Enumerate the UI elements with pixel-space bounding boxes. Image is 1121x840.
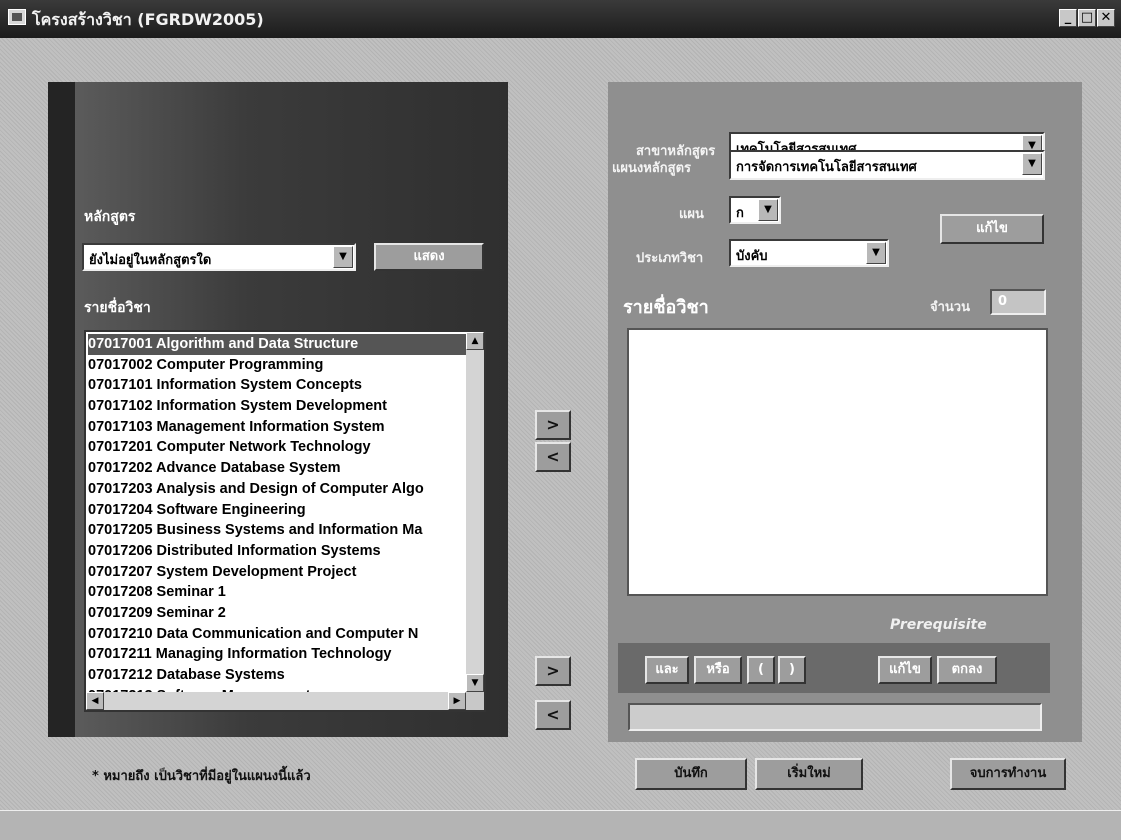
title-bar: โครงสร้างวิชา (FGRDW2005) _ □ ✕ (0, 0, 1121, 38)
prereq-add-button[interactable]: > (535, 656, 571, 686)
save-button[interactable]: บันทึก (635, 758, 747, 790)
list-item[interactable]: 07017103 Management Information System (88, 417, 466, 438)
list-item[interactable]: 07017002 Computer Programming (88, 355, 466, 376)
plan-curriculum-value: การจัดการเทคโนโลยีสารสนเทศ (736, 160, 917, 175)
list-item[interactable]: 07017201 Computer Network Technology (88, 437, 466, 458)
list-item[interactable]: 07017204 Software Engineering (88, 500, 466, 521)
prereq-open-paren-button[interactable]: ( (747, 656, 775, 684)
plan-value: ก (736, 206, 744, 221)
prereq-or-button[interactable]: หรือ (694, 656, 742, 684)
prereq-close-paren-button[interactable]: ) (778, 656, 806, 684)
list-item[interactable]: 07017203 Analysis and Design of Computer… (88, 479, 466, 500)
list-item[interactable]: 07017001 Algorithm and Data Structure (88, 334, 466, 355)
plan-label: แผน (679, 207, 704, 222)
app-icon (8, 9, 26, 25)
move-left-button[interactable]: < (535, 442, 571, 472)
edit-button[interactable]: แก้ไข (940, 214, 1044, 244)
scrollbar-corner (466, 692, 484, 710)
list-item[interactable]: 07017210 Data Communication and Computer… (88, 624, 466, 645)
minimize-button[interactable]: _ (1059, 9, 1077, 27)
new-button[interactable]: เริ่มใหม่ (755, 758, 863, 790)
plan-combo[interactable]: ก ▼ (729, 196, 781, 224)
window-title: โครงสร้างวิชา (FGRDW2005) (32, 10, 264, 29)
curriculum-combo[interactable]: ยังไม่อยู่ในหลักสูตรใด ▼ (82, 243, 356, 271)
subjects-label: รายชื่อวิชา (84, 300, 151, 316)
prereq-and-button[interactable]: และ (645, 656, 689, 684)
scroll-right-icon[interactable]: ▶ (448, 692, 466, 710)
selected-subject-list[interactable] (627, 328, 1048, 596)
subject-type-label: ประเภทวิชา (636, 251, 704, 266)
right-subjects-label: รายชื่อวิชา (623, 297, 709, 318)
list-item[interactable]: 07017208 Seminar 1 (88, 582, 466, 603)
chevron-down-icon[interactable]: ▼ (758, 199, 778, 221)
list-item[interactable]: 07017212 Database Systems (88, 665, 466, 686)
prereq-ok-button[interactable]: ตกลง (937, 656, 997, 684)
list-item[interactable]: 07017102 Information System Development (88, 396, 466, 417)
prereq-edit-button[interactable]: แก้ไข (878, 656, 932, 684)
main-window: โครงสร้างวิชา (FGRDW2005) _ □ ✕ หลักสูตร… (0, 0, 1121, 840)
list-item[interactable]: 07017209 Seminar 2 (88, 603, 466, 624)
scroll-down-icon[interactable]: ▼ (466, 674, 484, 692)
list-item[interactable]: 07017206 Distributed Information Systems (88, 541, 466, 562)
plan-curriculum-label: แผนงหลักสูตร (612, 161, 691, 176)
chevron-down-icon[interactable]: ▼ (333, 246, 353, 268)
show-button[interactable]: แสดง (374, 243, 484, 271)
scroll-left-icon[interactable]: ◀ (86, 692, 104, 710)
list-item[interactable]: 07017211 Managing Information Technology (88, 644, 466, 665)
chevron-down-icon[interactable]: ▼ (866, 242, 886, 264)
subject-list[interactable]: 07017001 Algorithm and Data Structure 070… (84, 330, 486, 712)
count-label: จำนวน (930, 300, 970, 315)
move-right-button[interactable]: > (535, 410, 571, 440)
list-item[interactable]: 07017202 Advance Database System (88, 458, 466, 479)
status-bar (0, 810, 1121, 840)
scroll-up-icon[interactable]: ▲ (466, 332, 484, 350)
list-item[interactable]: 07017207 System Development Project (88, 562, 466, 583)
prereq-remove-button[interactable]: < (535, 700, 571, 730)
list-item[interactable]: 07017101 Information System Concepts (88, 375, 466, 396)
subject-type-combo[interactable]: บังคับ ▼ (729, 239, 889, 267)
close-button[interactable]: ✕ (1097, 9, 1115, 27)
footer-note: * หมายถึง เป็นวิชาที่มีอยู่ในแผนงนี้แล้ว (92, 769, 311, 784)
chevron-down-icon[interactable]: ▼ (1022, 153, 1042, 175)
prerequisite-input[interactable] (628, 703, 1042, 731)
horizontal-scrollbar[interactable]: ◀ ▶ (86, 692, 466, 710)
plan-curriculum-combo[interactable]: การจัดการเทคโนโลยีสารสนเทศ ▼ (729, 150, 1045, 180)
prerequisite-title: Prerequisite (890, 617, 987, 633)
subject-type-value: บังคับ (736, 249, 768, 264)
vertical-scrollbar[interactable]: ▲ ▼ (466, 332, 484, 692)
count-field: 0 (990, 289, 1046, 315)
curriculum-label: หลักสูตร (84, 209, 136, 225)
subject-list-items: 07017001 Algorithm and Data Structure 070… (88, 334, 466, 706)
list-item[interactable]: 07017205 Business Systems and Informatio… (88, 520, 466, 541)
maximize-button[interactable]: □ (1078, 9, 1096, 27)
count-value: 0 (998, 294, 1008, 309)
exit-button[interactable]: จบการทำงาน (950, 758, 1066, 790)
curriculum-value: ยังไม่อยู่ในหลักสูตรใด (89, 253, 212, 268)
